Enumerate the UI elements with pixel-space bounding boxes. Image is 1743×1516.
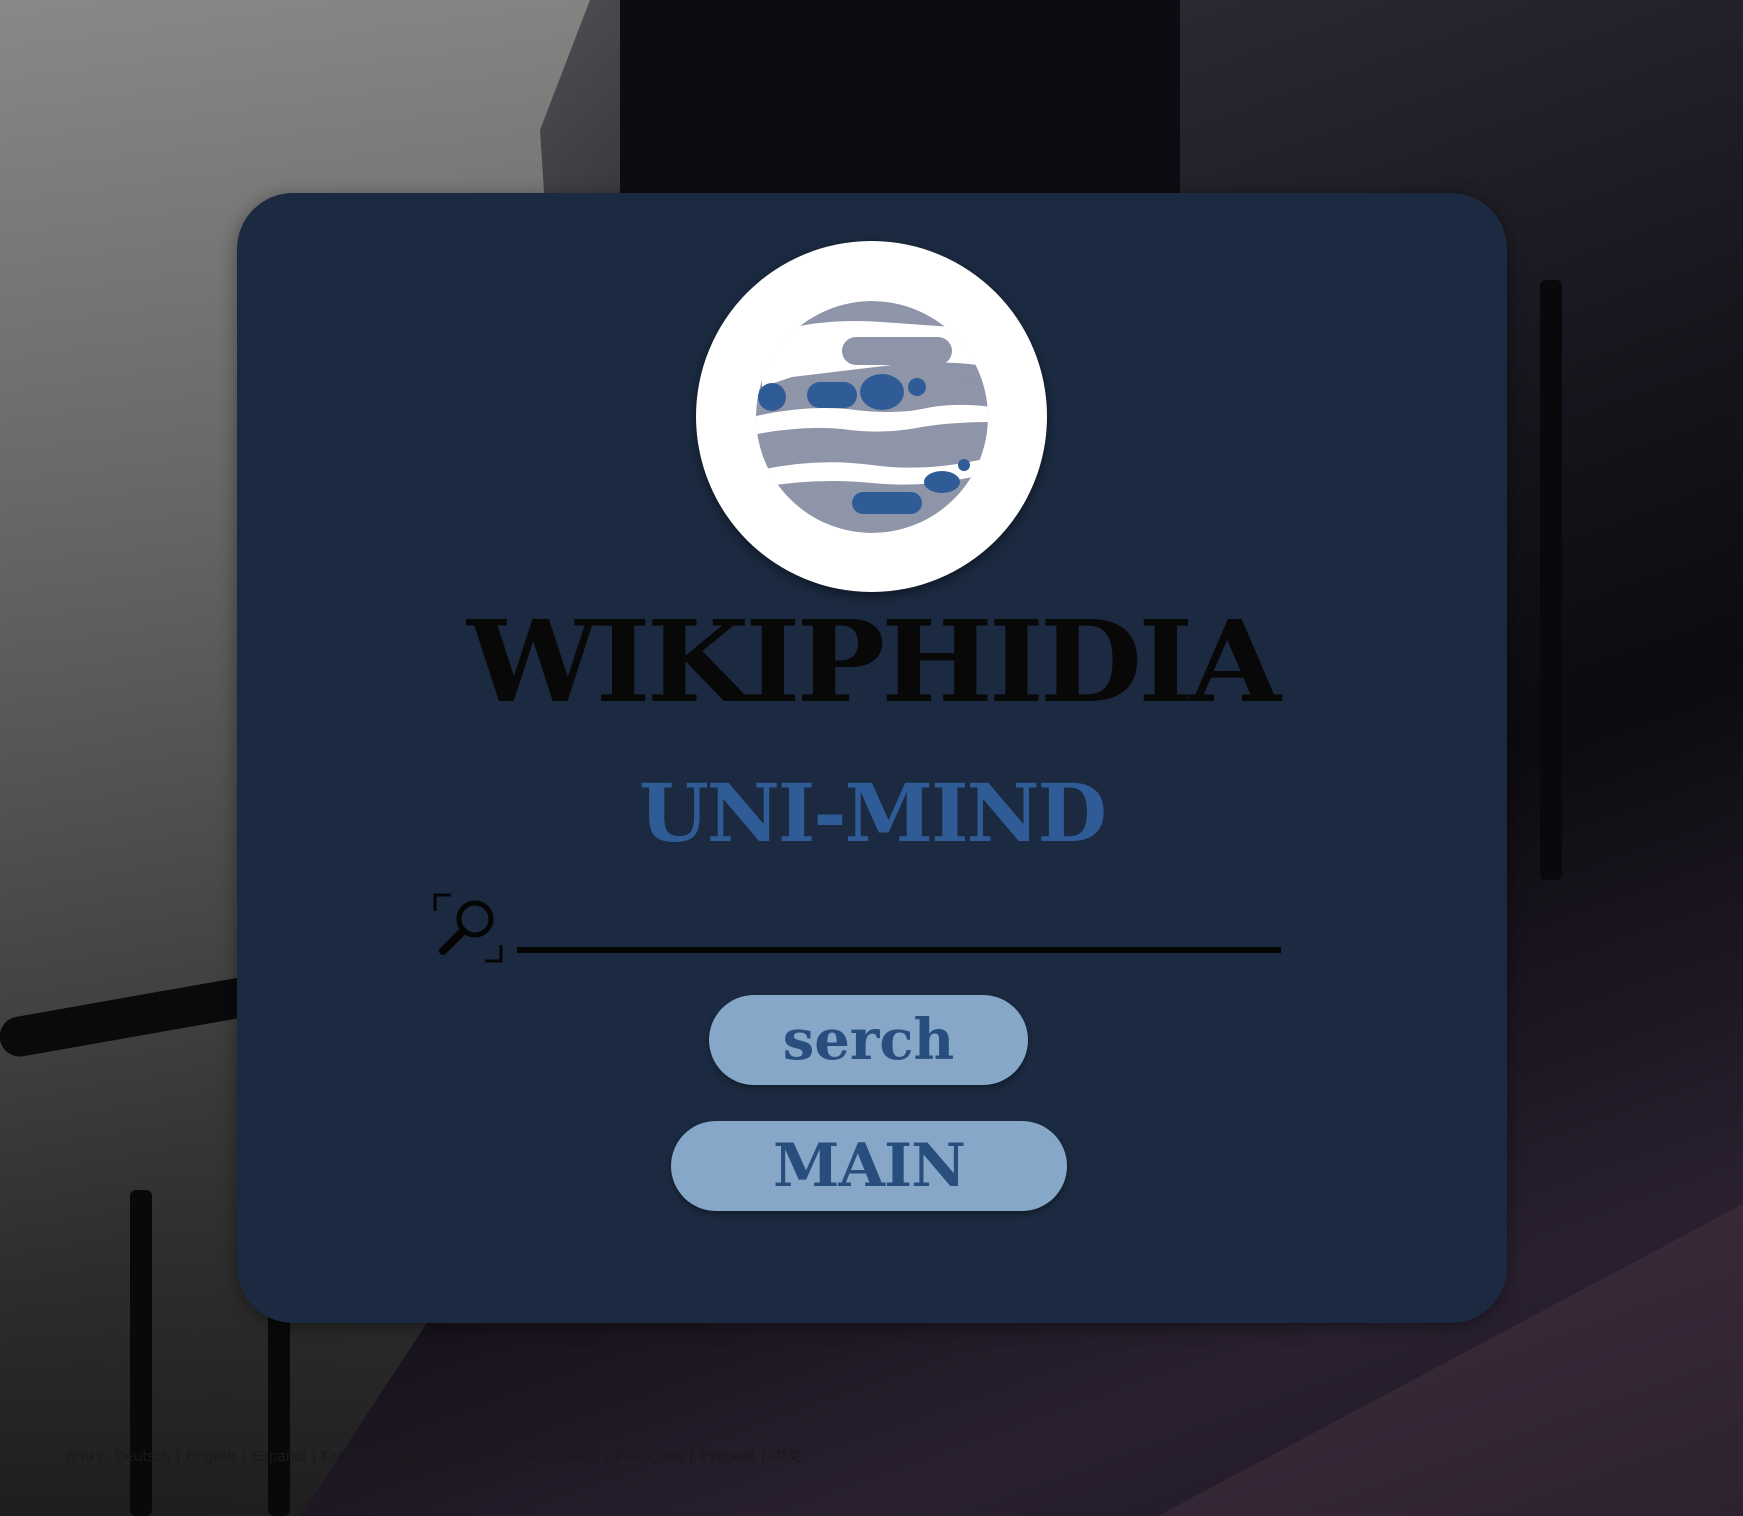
language-bar-prefix: ภาษา: xyxy=(66,1448,107,1465)
language-link-en[interactable]: English xyxy=(186,1448,235,1465)
language-link-it[interactable]: Italiano xyxy=(396,1448,444,1465)
language-link-ja[interactable]: 日本語 xyxy=(461,1448,506,1465)
language-link-nl[interactable]: Nederlands xyxy=(522,1448,599,1465)
language-bar: ภาษา: Deutsch | English | Español | Fran… xyxy=(66,1448,802,1465)
main-card: WIKIPHIDIA UNI-MIND serch MAIN xyxy=(237,193,1507,1323)
search-input[interactable] xyxy=(517,895,1281,953)
background-baluster xyxy=(1540,280,1562,880)
search-button[interactable]: serch xyxy=(709,995,1028,1085)
site-title: WIKIPHIDIA xyxy=(467,595,1281,728)
site-logo[interactable] xyxy=(696,241,1047,592)
main-button[interactable]: MAIN xyxy=(671,1121,1067,1211)
language-link-fr[interactable]: Français xyxy=(322,1448,380,1465)
search-button-label: serch xyxy=(782,1007,955,1073)
search-bar xyxy=(433,893,1293,963)
language-link-zh[interactable]: 中文 xyxy=(771,1448,801,1465)
background-doorway xyxy=(620,0,1180,200)
site-subtitle: UNI-MIND xyxy=(639,766,1107,860)
main-button-label: MAIN xyxy=(773,1131,966,1201)
language-link-de[interactable]: Deutsch xyxy=(115,1448,170,1465)
globe-icon xyxy=(755,300,988,533)
language-link-ru[interactable]: Русский xyxy=(699,1448,755,1465)
search-icon xyxy=(433,893,503,963)
language-link-es[interactable]: Español xyxy=(252,1448,306,1465)
language-link-pt[interactable]: Português xyxy=(615,1448,683,1465)
